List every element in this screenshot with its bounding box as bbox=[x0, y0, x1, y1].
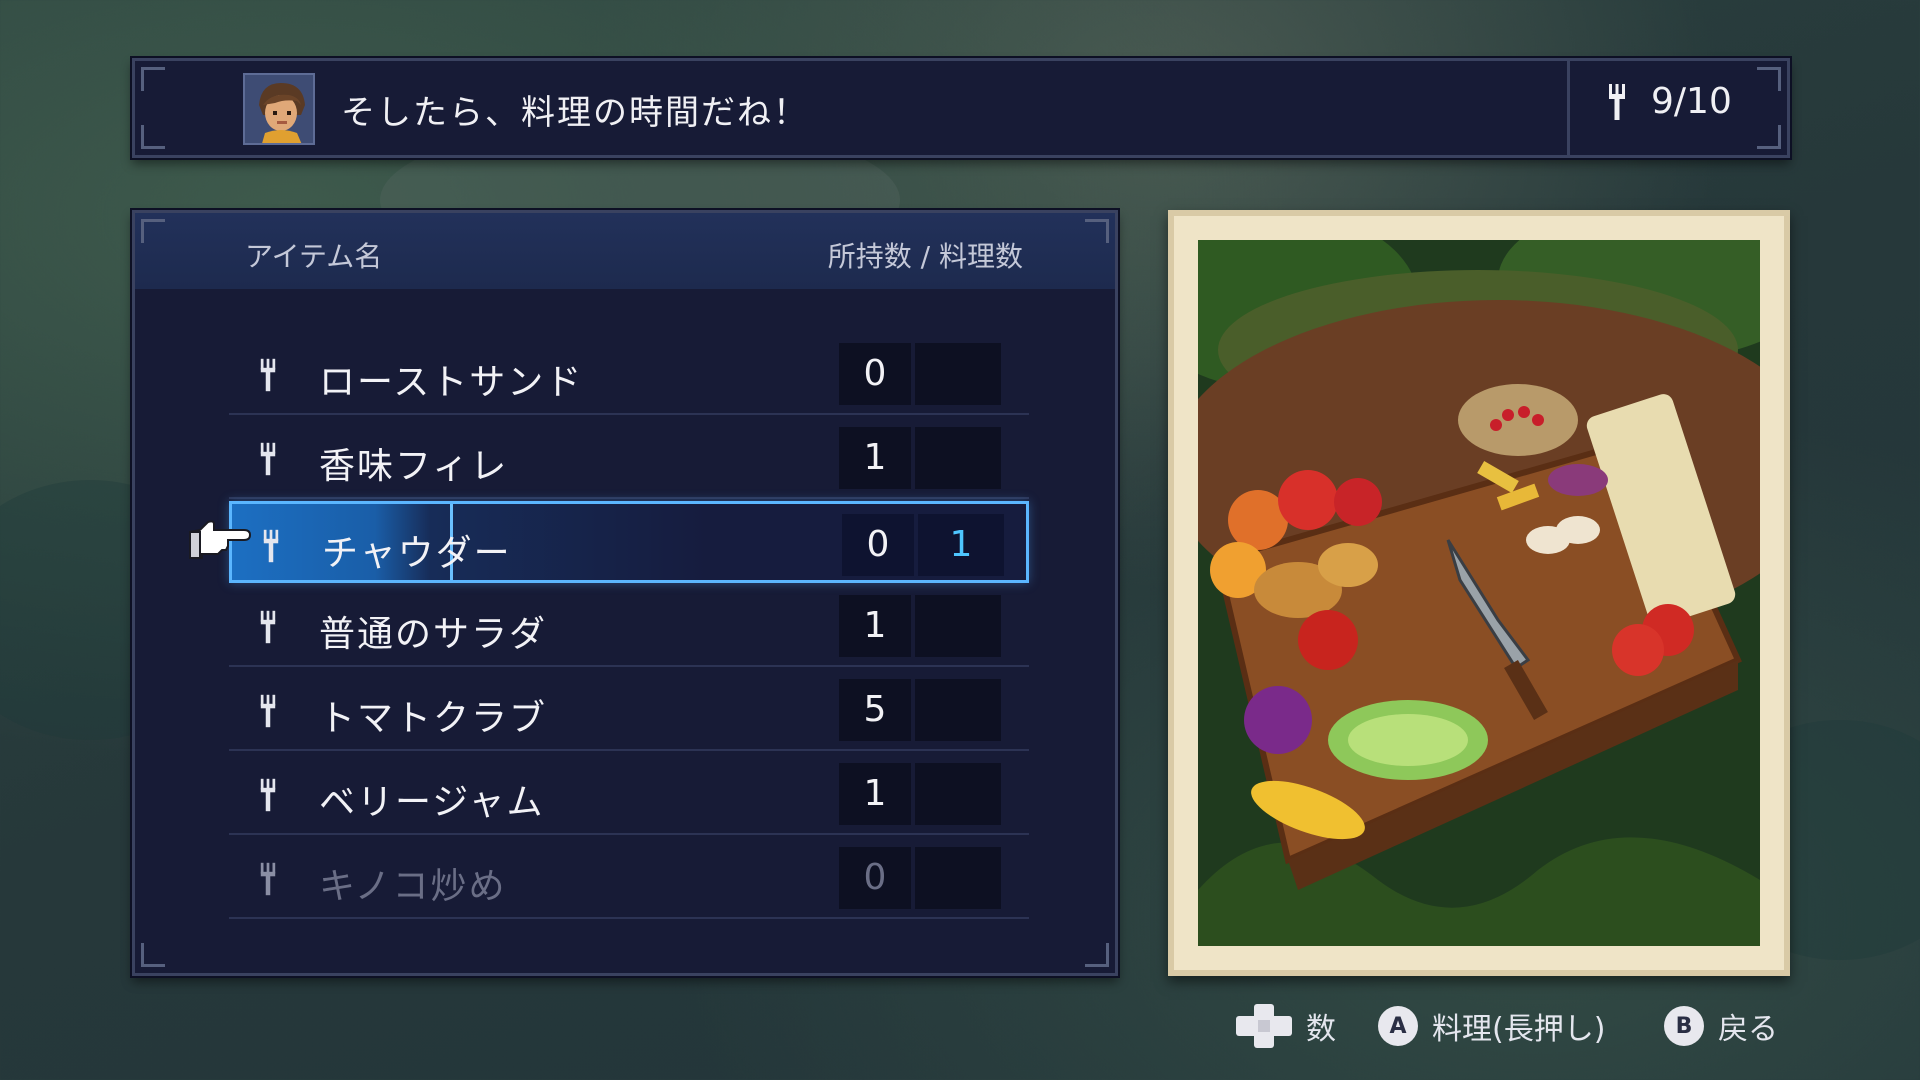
fork-icon bbox=[260, 358, 276, 392]
recipe-row[interactable]: 香味フィレ 1 bbox=[229, 417, 1029, 499]
owned-count: 5 bbox=[839, 679, 911, 741]
recipe-row[interactable]: ベリージャム 1 bbox=[229, 753, 1029, 835]
recipe-illustration-card bbox=[1168, 210, 1790, 976]
recipe-row[interactable]: チャウダー 0 1 bbox=[229, 501, 1029, 583]
dialogue-text: そしたら、料理の時間だね！ bbox=[341, 93, 809, 133]
fork-icon bbox=[260, 610, 276, 644]
recipe-row[interactable]: トマトクラブ 5 bbox=[229, 669, 1029, 751]
hint-cook-label: 料理(長押し) bbox=[1432, 1012, 1606, 1047]
cook-count[interactable] bbox=[915, 847, 1001, 909]
fork-count-text: 9/10 bbox=[1651, 81, 1732, 122]
character-portrait bbox=[243, 73, 315, 145]
fork-icon bbox=[260, 778, 276, 812]
cook-count[interactable]: 1 bbox=[918, 514, 1004, 576]
owned-count: 1 bbox=[839, 427, 911, 489]
cook-count[interactable] bbox=[915, 679, 1001, 741]
recipe-name: キノコ炒め bbox=[319, 866, 507, 907]
owned-count: 1 bbox=[839, 595, 911, 657]
fork-icon bbox=[260, 442, 276, 476]
fork-icon bbox=[260, 862, 276, 896]
hint-cook: A 料理(長押し) bbox=[1378, 1004, 1605, 1048]
cook-count[interactable] bbox=[915, 595, 1001, 657]
fork-counter: 9/10 bbox=[1607, 81, 1732, 122]
recipe-name: 香味フィレ bbox=[319, 446, 509, 487]
fork-icon bbox=[263, 529, 279, 563]
list-header: アイテム名 所持数 / 料理数 bbox=[135, 213, 1115, 289]
hint-quantity-label: 数 bbox=[1306, 1012, 1336, 1047]
hint-back: B 戻る bbox=[1664, 1004, 1778, 1048]
owned-count: 0 bbox=[842, 514, 914, 576]
cooking-illustration bbox=[1198, 240, 1760, 946]
column-item-name: アイテム名 bbox=[245, 240, 383, 273]
owned-count: 1 bbox=[839, 763, 911, 825]
b-button-icon: B bbox=[1664, 1006, 1704, 1046]
pointer-hand-icon bbox=[189, 520, 252, 559]
recipe-name: 普通のサラダ bbox=[319, 614, 548, 655]
owned-count: 0 bbox=[839, 343, 911, 405]
recipe-list-panel: アイテム名 所持数 / 料理数 ローストサンド 0 香味フィレ 1 チャウダー 0 1 普通の… bbox=[132, 210, 1118, 976]
recipe-row[interactable]: ローストサンド 0 bbox=[229, 333, 1029, 415]
cook-count[interactable] bbox=[915, 343, 1001, 405]
dialogue-bar: そしたら、料理の時間だね！ 9/10 bbox=[132, 58, 1790, 158]
a-button-icon: A bbox=[1378, 1006, 1418, 1046]
recipe-name: チャウダー bbox=[322, 533, 512, 574]
hint-back-label: 戻る bbox=[1718, 1012, 1778, 1047]
recipe-row[interactable]: キノコ炒め 0 bbox=[229, 837, 1029, 919]
recipe-row[interactable]: 普通のサラダ 1 bbox=[229, 585, 1029, 667]
dpad-icon bbox=[1236, 1004, 1292, 1048]
cook-count[interactable] bbox=[915, 427, 1001, 489]
fork-icon bbox=[1609, 83, 1625, 120]
control-hints: 数 A 料理(長押し) B 戻る bbox=[0, 1004, 1920, 1054]
recipe-name: ベリージャム bbox=[319, 782, 545, 823]
recipe-name: ローストサンド bbox=[319, 362, 584, 403]
recipe-name: トマトクラブ bbox=[319, 698, 548, 739]
fork-icon bbox=[260, 694, 276, 728]
column-quantity: 所持数 / 料理数 bbox=[827, 240, 1023, 273]
owned-count: 0 bbox=[839, 847, 911, 909]
cook-count[interactable] bbox=[915, 763, 1001, 825]
hint-quantity: 数 bbox=[1236, 1004, 1336, 1048]
